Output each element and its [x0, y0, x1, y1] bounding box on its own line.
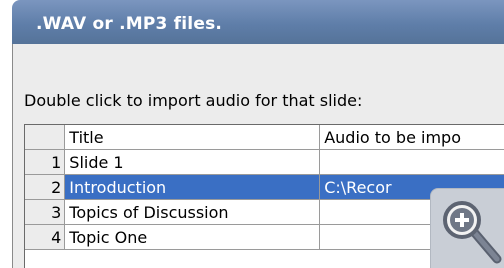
- audio-file-cell[interactable]: [319, 149, 504, 175]
- table-row[interactable]: 1 Slide 1: [25, 149, 504, 175]
- header-title: .WAV or .MP3 files.: [36, 14, 223, 34]
- zoom-in-magnifier-icon[interactable]: [441, 199, 504, 268]
- slide-title-cell[interactable]: Topics of Discussion: [64, 199, 321, 225]
- table-header-row: Title Audio to be impo: [25, 125, 504, 150]
- audio-column-header[interactable]: Audio to be impo: [319, 125, 504, 150]
- row-number-header: [25, 125, 66, 150]
- title-column-header[interactable]: Title: [64, 125, 321, 150]
- instruction-text: Double click to import audio for that sl…: [24, 91, 363, 110]
- row-number: 3: [25, 199, 66, 225]
- row-number: 1: [25, 149, 66, 175]
- slide-title-cell[interactable]: Introduction: [64, 174, 321, 200]
- zoom-magnifier-overlay[interactable]: [430, 188, 504, 268]
- slide-title-cell[interactable]: Slide 1: [64, 149, 321, 175]
- audio-import-dialog: .WAV or .MP3 files. Double click to impo…: [0, 0, 504, 268]
- row-number: 2: [25, 174, 66, 200]
- row-number: 4: [25, 224, 66, 250]
- slide-title-cell[interactable]: Topic One: [64, 224, 321, 250]
